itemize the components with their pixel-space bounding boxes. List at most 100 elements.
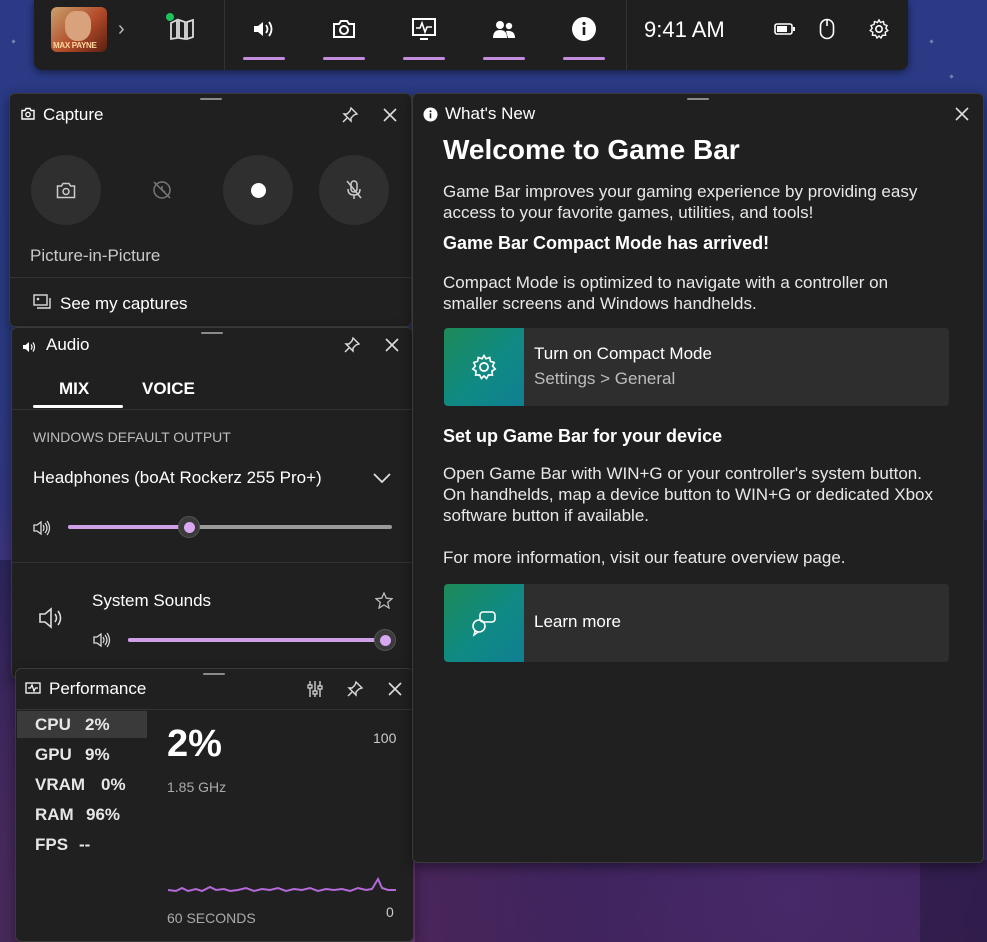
setup-line-2: On handhelds, map a device button to WIN… [443, 485, 933, 504]
pin-icon[interactable] [339, 104, 361, 126]
mic-off-icon [346, 180, 362, 199]
info-icon [423, 107, 438, 127]
graph-max-label: 100 [373, 730, 397, 746]
close-icon[interactable] [381, 334, 403, 356]
stat-cpu[interactable]: CPU 2% [17, 711, 147, 738]
social-widget-icon[interactable] [489, 14, 519, 44]
camera-icon [56, 182, 76, 198]
capture-active-indicator [323, 57, 365, 60]
system-sounds-icon [38, 606, 66, 635]
settings-gear-icon [444, 328, 524, 406]
audio-widget: Audio MIX VOICE WINDOWS DEFAULT OUTPUT H… [11, 327, 413, 679]
divider [10, 277, 411, 278]
record-dot-icon [250, 182, 266, 198]
screenshot-button[interactable] [31, 155, 101, 225]
stat-fps[interactable]: FPS -- [17, 831, 147, 858]
stat-gpu[interactable]: GPU 9% [17, 741, 147, 768]
close-icon[interactable] [951, 103, 973, 125]
performance-widget: Performance CPU 2% GPU 9% VRAM 0% RAM 96% FP… [15, 668, 414, 942]
gallery-icon [33, 294, 51, 315]
intro-line-2: access to your favorite games, utilities… [443, 203, 814, 222]
record-last-button[interactable] [127, 155, 197, 225]
learn-more-card[interactable]: Learn more [444, 584, 949, 662]
output-device-select[interactable]: Headphones (boAt Rockerz 255 Pro+) [33, 468, 322, 488]
volume-icon[interactable] [32, 520, 52, 541]
app-volume-thumb[interactable] [374, 629, 396, 651]
intro-line-1: Game Bar improves your gaming experience… [443, 182, 918, 201]
chevron-right-icon[interactable]: › [118, 18, 125, 41]
panel-title: What's New [445, 104, 536, 123]
mic-toggle-button[interactable] [319, 155, 389, 225]
speaker-icon [22, 340, 36, 358]
compact-mode-heading: Game Bar Compact Mode has arrived! [443, 233, 770, 253]
performance-active-indicator [403, 57, 445, 60]
pin-icon[interactable] [344, 678, 366, 700]
close-icon[interactable] [379, 104, 401, 126]
capture-widget: Capture Picture-in-Picture See my captur… [9, 93, 412, 327]
graph-time-label: 60 SECONDS [167, 910, 256, 926]
info-active-indicator [563, 57, 605, 60]
social-active-indicator [483, 57, 525, 60]
drag-handle[interactable] [200, 98, 222, 100]
pin-icon[interactable] [341, 334, 363, 356]
game-bar-toolbar: MAX PAYNE › 9:41 AM [34, 0, 908, 70]
drag-handle[interactable] [687, 98, 709, 100]
whats-new-widget: What's New Welcome to Game Bar Game Bar … [412, 93, 984, 863]
divider [12, 562, 412, 563]
card-title: Learn more [534, 612, 621, 631]
divider [626, 0, 627, 70]
info-widget-icon[interactable] [569, 14, 599, 44]
clock: 9:41 AM [644, 17, 725, 42]
stat-vram[interactable]: VRAM 0% [17, 771, 147, 798]
performance-icon [25, 682, 41, 701]
setup-heading: Set up Game Bar for your device [443, 426, 723, 446]
cpu-big-value: 2% [167, 723, 222, 765]
graph-min-label: 0 [386, 904, 394, 920]
settings-gear-icon[interactable] [864, 14, 894, 44]
cpu-frequency: 1.85 GHz [167, 779, 227, 795]
drag-handle[interactable] [201, 332, 223, 334]
camera-icon [21, 107, 35, 125]
device-volume-thumb[interactable] [178, 516, 200, 538]
card-title: Turn on Compact Mode [534, 344, 712, 363]
current-game-thumbnail[interactable]: MAX PAYNE [51, 7, 107, 52]
card-subtitle: Settings > General [534, 369, 676, 388]
setup-line-1: Open Game Bar with WIN+G or your control… [443, 464, 922, 483]
device-volume-fill [68, 525, 188, 529]
close-icon[interactable] [384, 678, 406, 700]
capture-widget-icon[interactable] [329, 14, 359, 44]
volume-icon[interactable] [92, 632, 112, 653]
game-logo-text: MAX PAYNE [53, 41, 97, 50]
divider [16, 709, 413, 710]
welcome-heading: Welcome to Game Bar [443, 134, 740, 165]
divider [12, 409, 412, 410]
drag-handle[interactable] [203, 673, 225, 675]
audio-active-indicator [243, 57, 285, 60]
status-dot [166, 13, 174, 21]
audio-widget-icon[interactable] [249, 14, 279, 44]
panel-title: Performance [49, 679, 147, 698]
mouse-icon[interactable] [812, 14, 842, 44]
cpu-usage-graph [167, 876, 396, 893]
start-recording-button[interactable] [223, 155, 293, 225]
more-info-line: For more information, visit our feature … [443, 548, 846, 567]
star-favorite-icon[interactable] [374, 591, 394, 614]
pip-label[interactable]: Picture-in-Picture [30, 246, 160, 266]
compact-mode-line-1: Compact Mode is optimized to navigate wi… [443, 273, 889, 292]
performance-widget-icon[interactable] [409, 14, 439, 44]
see-my-captures-link[interactable]: See my captures [60, 294, 188, 314]
stat-ram[interactable]: RAM 96% [17, 801, 147, 828]
options-sliders-icon[interactable] [304, 678, 326, 700]
tab-mix[interactable]: MIX [59, 379, 89, 399]
output-heading: WINDOWS DEFAULT OUTPUT [33, 429, 231, 445]
panel-title: Audio [46, 335, 90, 354]
setup-line-3: software button if available. [443, 506, 650, 525]
chevron-down-icon[interactable] [372, 471, 392, 489]
compact-mode-line-2: smaller screens and Windows handhelds. [443, 294, 757, 313]
tab-voice[interactable]: VOICE [142, 379, 195, 399]
battery-icon[interactable] [770, 14, 800, 44]
compact-mode-card[interactable]: Turn on Compact Mode Settings > General [444, 328, 949, 406]
tab-mix-active-indicator [33, 405, 123, 408]
divider [224, 0, 225, 70]
app-name: System Sounds [92, 591, 212, 610]
